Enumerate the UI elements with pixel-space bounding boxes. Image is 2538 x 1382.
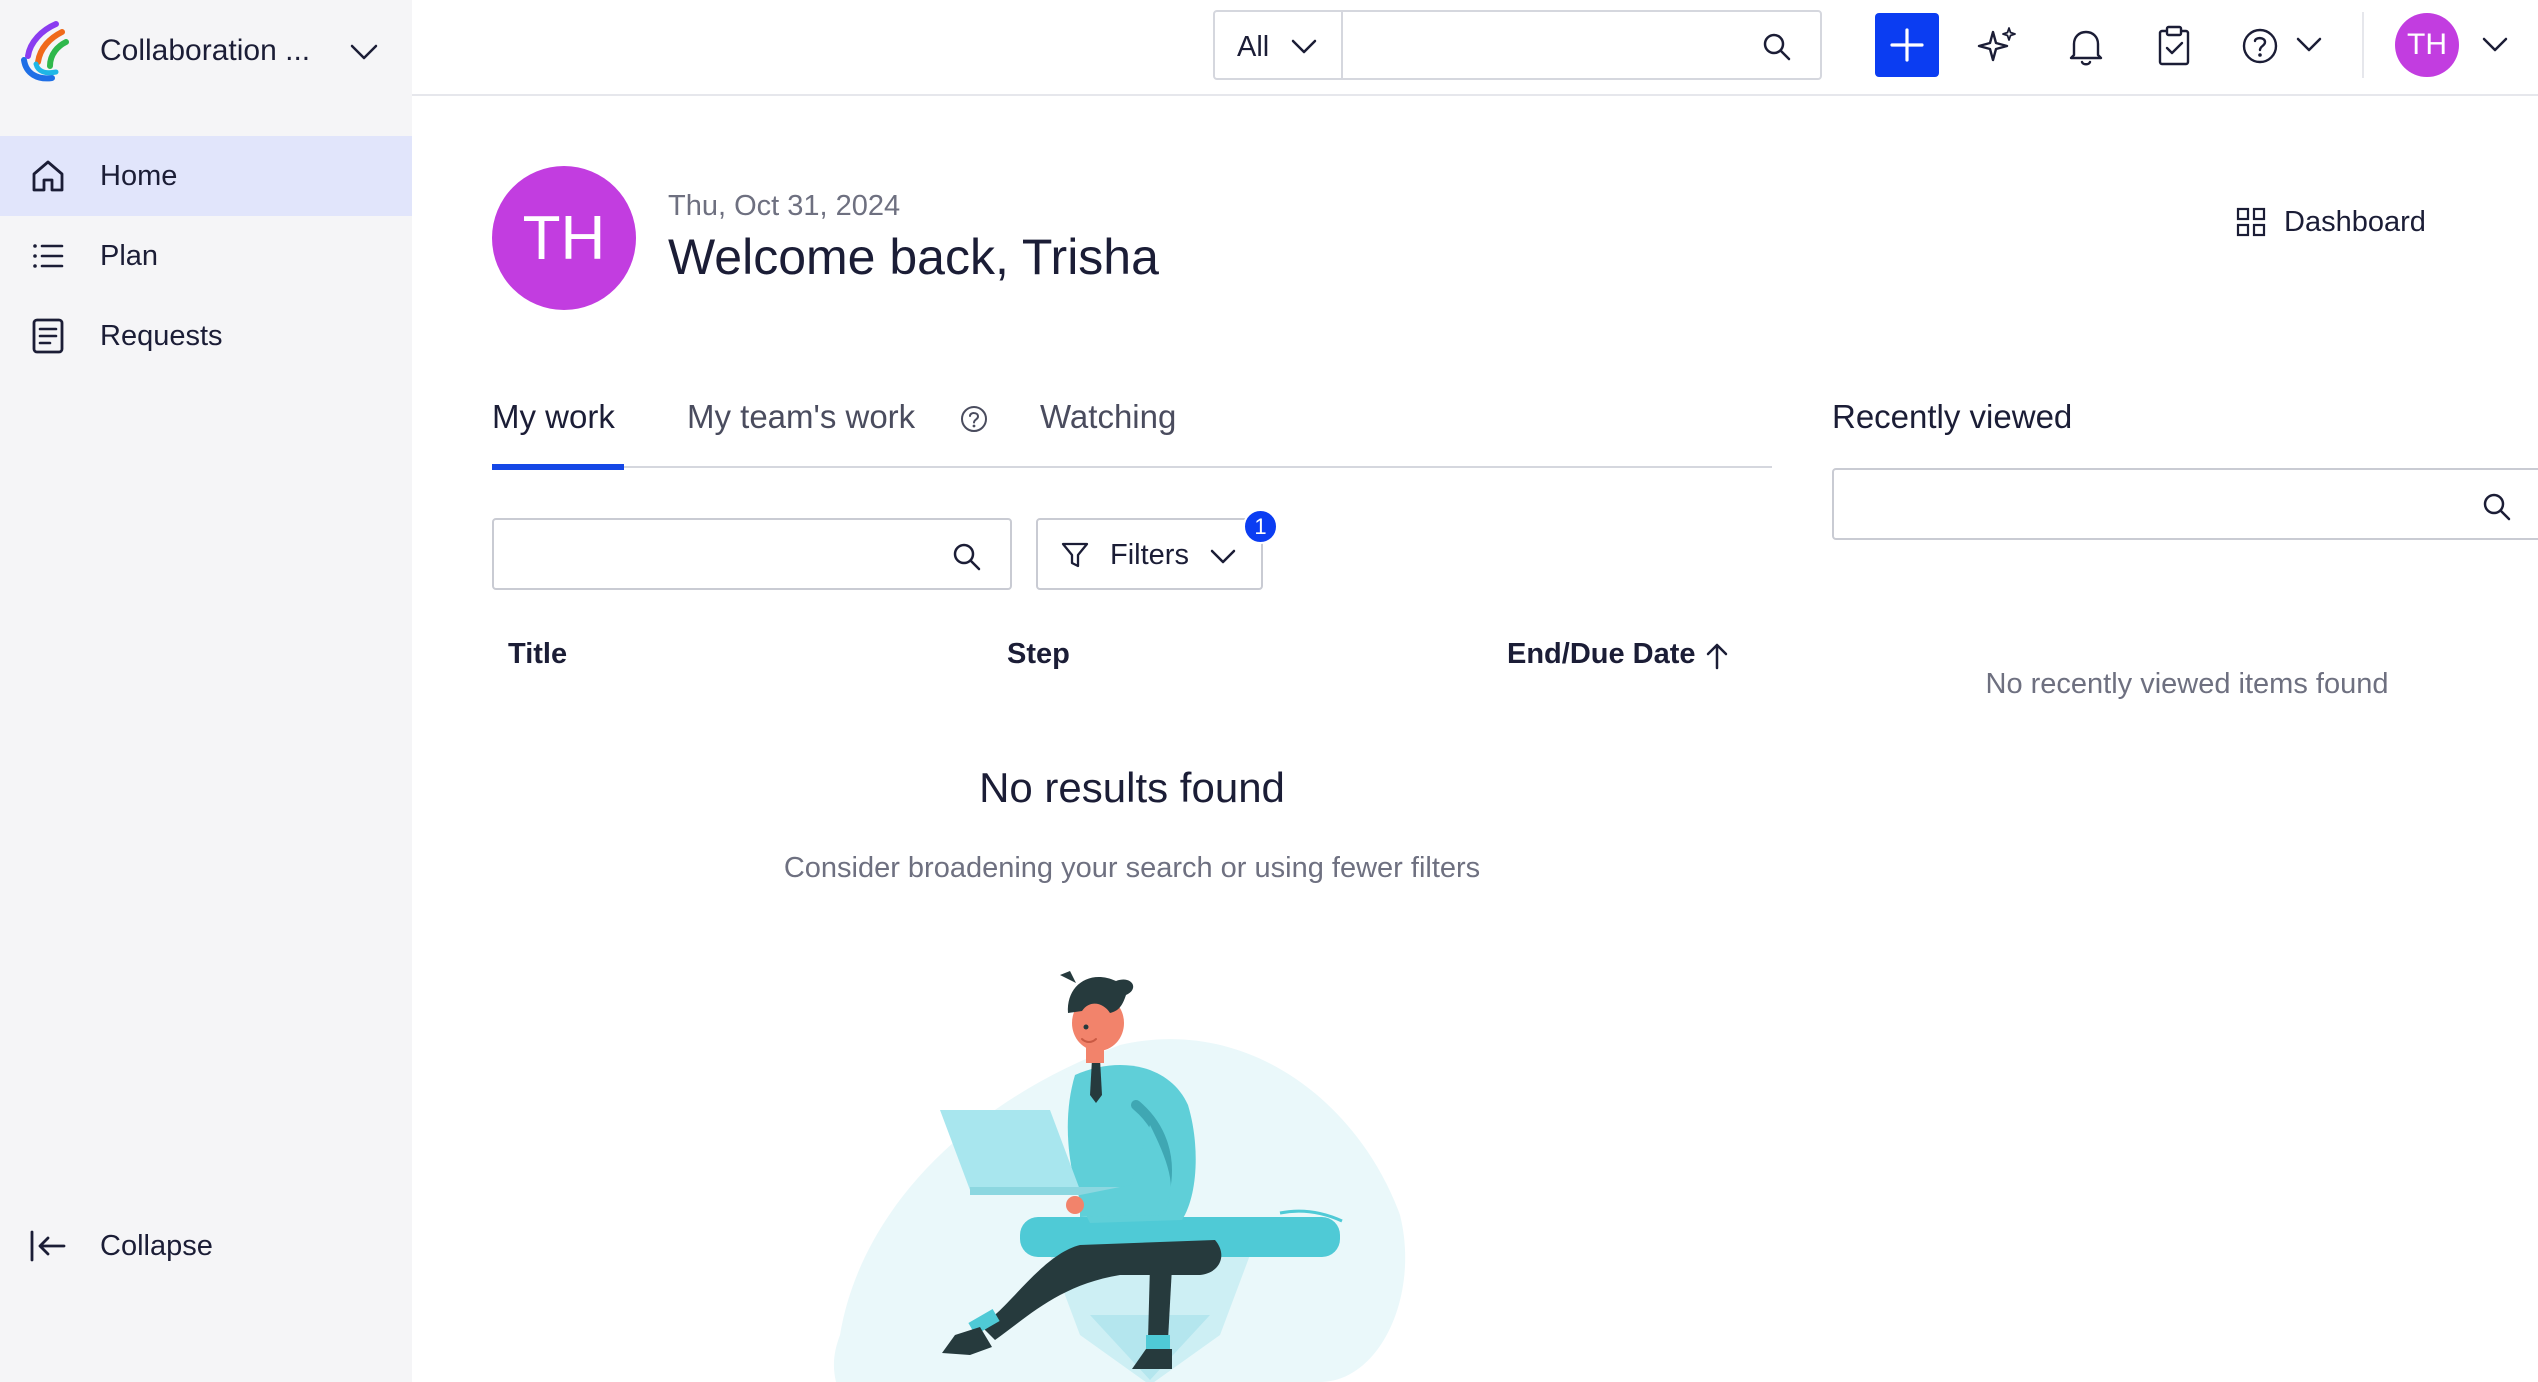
chevron-down-icon: [1291, 39, 1317, 54]
sidebar-item-label: Plan: [100, 239, 159, 272]
page-title: Welcome back, Trisha: [668, 229, 1159, 285]
empty-state-subtitle: Consider broadening your search or using…: [783, 852, 1481, 884]
work-search-box: [492, 518, 1012, 590]
search-scope-label: All: [1237, 31, 1270, 63]
chevron-down-icon: [1210, 549, 1236, 564]
help-icon[interactable]: [959, 404, 989, 434]
filters-label: Filters: [1110, 539, 1189, 571]
sidebar-item-label: Requests: [100, 319, 223, 352]
clipboard-check-icon[interactable]: [2152, 24, 2196, 68]
plus-icon: [1890, 28, 1924, 62]
search-icon[interactable]: [952, 542, 982, 572]
help-menu[interactable]: [2240, 24, 2326, 68]
list-icon: [33, 244, 64, 268]
dashboard-button[interactable]: Dashboard: [2236, 202, 2426, 242]
filters-count-badge: 1: [1243, 509, 1278, 544]
recently-viewed-title: Recently viewed: [1832, 398, 2073, 435]
recently-viewed-search-input[interactable]: [1846, 482, 2446, 528]
empty-state-title: No results found: [979, 764, 1285, 811]
recently-viewed-empty-text: No recently viewed items found: [1985, 668, 2389, 700]
work-search-input[interactable]: [506, 532, 946, 578]
profile-avatar: TH: [492, 166, 636, 310]
work-tabs: My work My team's work Watching: [492, 392, 1772, 470]
collapse-button[interactable]: Collapse: [0, 1206, 412, 1286]
collapse-left-icon: [30, 1230, 66, 1262]
divider: [2362, 12, 2364, 78]
tab-label: My team's work: [687, 398, 916, 435]
search-icon[interactable]: [2482, 492, 2512, 522]
workspace-name: Collaboration ...: [100, 34, 311, 67]
collapse-label: Collapse: [100, 1229, 213, 1262]
column-header-title[interactable]: Title: [508, 638, 567, 671]
current-date: Thu, Oct 31, 2024: [668, 190, 901, 222]
global-search-box: [1341, 10, 1822, 80]
column-header-due-date[interactable]: End/Due Date: [1507, 638, 1737, 674]
sidebar-item-home[interactable]: Home: [0, 136, 412, 216]
filters-button[interactable]: Filters: [1036, 518, 1263, 590]
chevron-down-icon[interactable]: [348, 38, 380, 66]
user-avatar[interactable]: TH: [2395, 13, 2459, 77]
column-header-label: End/Due Date: [1507, 638, 1696, 670]
search-scope-select[interactable]: All: [1213, 10, 1343, 80]
help-icon: [2242, 28, 2278, 64]
document-icon: [32, 318, 64, 354]
chevron-down-icon[interactable]: [2480, 30, 2510, 60]
grid-icon: [2236, 207, 2266, 237]
recently-viewed-search-box: [1832, 468, 2538, 540]
sidebar-item-label: Home: [100, 159, 178, 192]
sidebar-item-plan[interactable]: Plan: [0, 216, 412, 296]
create-new-button[interactable]: [1875, 13, 1939, 77]
tab-label: My work: [492, 398, 615, 435]
search-icon[interactable]: [1762, 32, 1792, 62]
bell-icon[interactable]: [2064, 24, 2108, 68]
sort-ascending-icon: [1706, 643, 1728, 670]
active-tab-indicator: [492, 464, 624, 470]
sidebar: Collaboration ... Home Plan Requests Col…: [0, 0, 412, 1382]
dashboard-label: Dashboard: [2284, 205, 2426, 238]
home-icon: [32, 160, 64, 192]
sidebar-item-requests[interactable]: Requests: [0, 296, 412, 376]
tab-my-work[interactable]: My work: [492, 392, 624, 470]
workspace-switcher[interactable]: Collaboration ...: [0, 0, 412, 106]
chevron-down-icon: [2296, 37, 2322, 52]
sparkle-icon[interactable]: [1975, 24, 2019, 68]
tab-label: Watching: [1040, 398, 1177, 435]
app-logo-icon: [21, 21, 69, 82]
empty-state-illustration: [833, 971, 1406, 1382]
tab-watching[interactable]: Watching: [1040, 392, 1190, 468]
top-bar: All TH: [412, 0, 2538, 96]
global-search-input[interactable]: [1355, 22, 1755, 68]
filter-icon: [1061, 542, 1089, 568]
tab-my-teams-work[interactable]: My team's work: [687, 392, 987, 468]
column-header-step[interactable]: Step: [1007, 638, 1070, 671]
